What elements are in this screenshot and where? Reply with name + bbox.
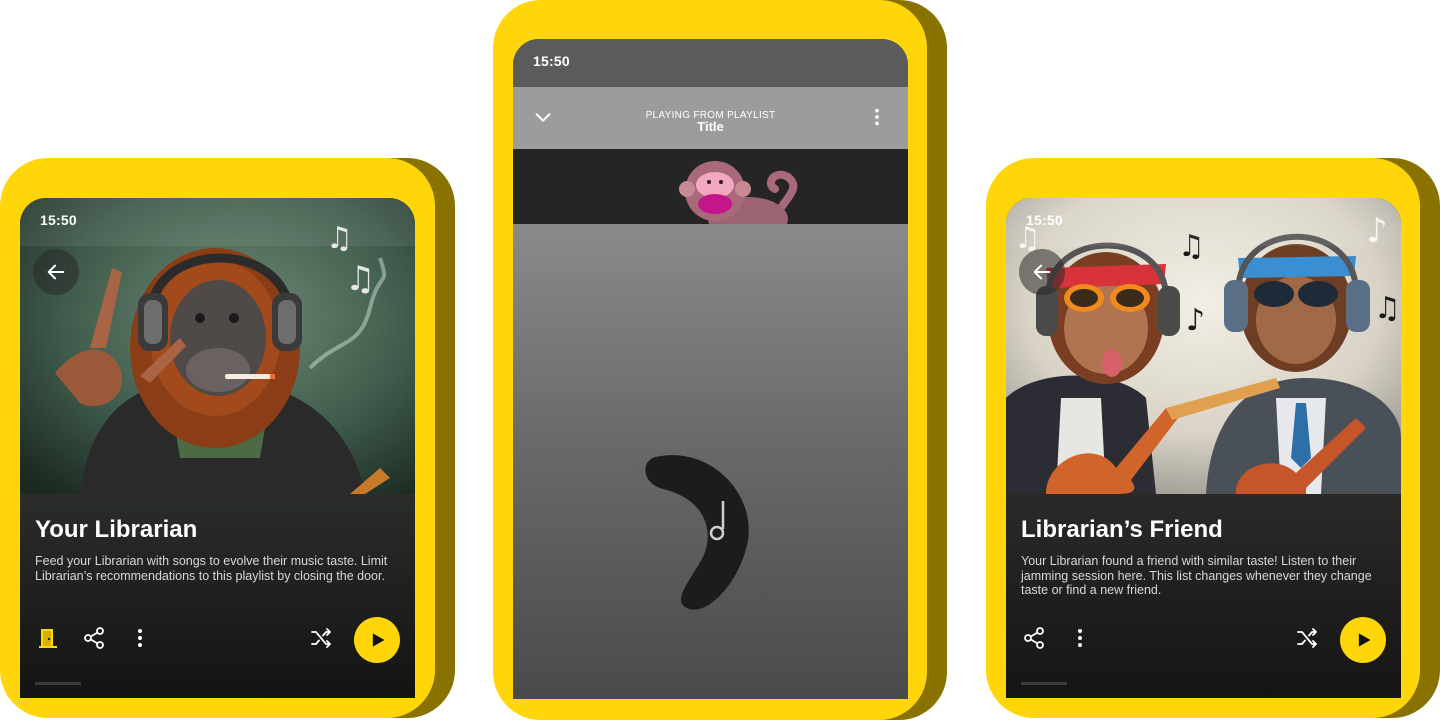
playlist-info-panel: Your Librarian Feed your Librarian with …: [20, 494, 415, 698]
more-vertical-icon: [138, 629, 142, 647]
shuffle-button[interactable]: [306, 624, 336, 652]
playlist-screen-your-librarian: ♫ ♫ 15:50 Your Librarian Feed your Libra…: [20, 198, 415, 698]
more-vertical-icon: [1078, 629, 1082, 647]
shuffle-icon: [311, 628, 331, 648]
playlist-screen-librarians-friend: ♫ ♪ ♫ ♫ ♪ 15:50 Librarian’s Friend Your …: [1006, 198, 1401, 698]
status-bar: [1006, 198, 1401, 246]
arrow-left-icon: [1033, 264, 1051, 280]
playlist-title: Title: [697, 119, 724, 134]
status-bar: [20, 198, 415, 246]
phone-mockup-now-playing: 15:50 PLAYING FROM PLAYLIST Title: [493, 0, 947, 720]
share-icon: [84, 627, 104, 649]
play-button[interactable]: [354, 617, 400, 663]
status-bar: [513, 39, 908, 87]
play-icon: [372, 633, 385, 647]
now-playing-screen: 15:50 PLAYING FROM PLAYLIST Title: [513, 39, 908, 699]
play-button[interactable]: [1340, 617, 1386, 663]
door-toggle-button[interactable]: [34, 624, 62, 652]
svg-text:♫: ♫: [345, 259, 375, 299]
playlist-title: Librarian’s Friend: [1021, 516, 1223, 543]
back-button[interactable]: [1019, 249, 1065, 295]
svg-text:♪: ♪: [1186, 303, 1205, 338]
back-button[interactable]: [33, 249, 79, 295]
player-artwork-area: [513, 224, 908, 699]
librarian-mascot-band: [513, 149, 908, 224]
monkey-mascot-icon: [679, 161, 798, 224]
arrow-left-icon: [47, 264, 65, 280]
share-button[interactable]: [1020, 624, 1048, 652]
share-button[interactable]: [80, 624, 108, 652]
status-time: 15:50: [40, 212, 77, 228]
shuffle-icon: [1297, 628, 1317, 648]
more-options-button[interactable]: [1066, 624, 1094, 652]
svg-text:♫: ♫: [1374, 291, 1401, 326]
phone-mockup-your-librarian: ♫ ♫ 15:50 Your Librarian Feed your Libra…: [0, 158, 455, 718]
door-icon: [39, 629, 57, 648]
share-icon: [1024, 627, 1044, 649]
playlist-title: Your Librarian: [35, 516, 198, 543]
play-icon: [1358, 633, 1371, 647]
playlist-description: Feed your Librarian with songs to evolve…: [35, 554, 388, 583]
phone-mockup-librarians-friend: ♫ ♪ ♫ ♫ ♪ 15:50 Librarian’s Friend Your …: [986, 158, 1440, 718]
status-time: 15:50: [533, 53, 570, 69]
playlist-info-panel: Librarian’s Friend Your Librarian found …: [1006, 494, 1401, 698]
playlist-description: Your Librarian found a friend with simil…: [1021, 554, 1372, 597]
status-time: 15:50: [1026, 212, 1063, 228]
loading-vinyl-icon: [645, 455, 749, 610]
shuffle-button[interactable]: [1292, 624, 1322, 652]
more-options-button[interactable]: [126, 624, 154, 652]
